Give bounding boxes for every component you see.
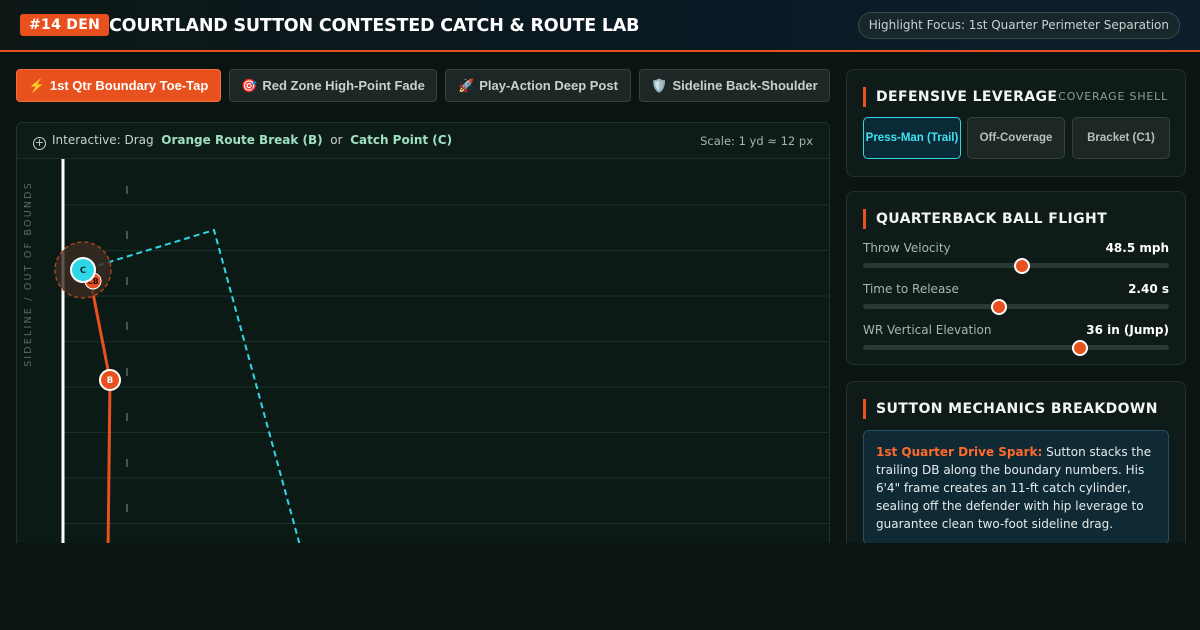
hint-prefix: Interactive: Drag [52,133,154,147]
route-break-label: B [107,376,113,386]
player-badge: #14 DEN [20,14,110,36]
mechanics-analysis-box: 1st Quarter Drive Spark: Sutton stacks t… [863,430,1169,545]
slider-value: 2.40 s [1128,282,1169,296]
field-toolbar: + Interactive: Drag Orange Route Break (B… [17,123,829,159]
slider-thumb[interactable] [1072,340,1089,356]
shield-icon: 🛡️ [651,78,668,93]
catch-point-label: C [80,266,86,276]
coverage-off-button[interactable]: Off-Coverage [967,117,1065,159]
bottom-band [0,543,1200,630]
vertical-elevation-slider[interactable]: WR Vertical Elevation 36 in (Jump) [863,323,1169,357]
throw-velocity-slider[interactable]: Throw Velocity 48.5 mph [863,241,1169,275]
slider-label: WR Vertical Elevation [863,323,992,337]
tab-red-zone-fade[interactable]: 🎯 Red Zone High-Point Fade [229,69,437,102]
slider-thumb[interactable] [991,299,1008,315]
sideline-label: SIDELINE / OUT OF BOUNDS [23,181,34,367]
slider-value: 36 in (Jump) [1086,323,1169,337]
hint-or: or [330,133,343,147]
plus-circle-icon: + [33,136,46,150]
tab-back-shoulder[interactable]: 🛡️ Sideline Back-Shoulder [639,69,830,102]
target-icon: 🎯 [241,78,258,93]
highlight-focus-pill: Highlight Focus: 1st Quarter Perimeter S… [857,12,1180,39]
time-to-release-slider[interactable]: Time to Release 2.40 s [863,282,1169,316]
yard-gridlines [63,190,829,551]
slider-thumb[interactable] [1014,258,1031,274]
rocket-icon: 🚀 [458,78,475,93]
scale-readout: Scale: 1 yd ≈ 12 px [700,134,813,148]
interaction-hint: + Interactive: Drag Orange Route Break (B… [33,133,452,150]
analysis-lead: 1st Quarter Drive Spark: [876,445,1043,459]
card-title: DEFENSIVE LEVERAGE [863,87,1057,107]
coverage-bracket-button[interactable]: Bracket (C1) [1072,117,1170,159]
slider-label: Time to Release [863,282,959,296]
tab-label: Sideline Back-Shoulder [672,78,818,93]
tab-deep-post[interactable]: 🚀 Play-Action Deep Post [445,69,631,102]
coverage-press-man-button[interactable]: Press-Man (Trail) [863,117,961,159]
lightning-icon: ⚡ [28,78,45,93]
field-canvas[interactable]: SIDELINE / OUT OF BOUNDS CB C B [17,159,830,552]
card-title: QUARTERBACK BALL FLIGHT [863,209,1107,229]
tab-boundary-toe-tap[interactable]: ⚡ 1st Qtr Boundary Toe-Tap [16,69,221,102]
tab-label: Red Zone High-Point Fade [262,78,425,93]
slider-value: 48.5 mph [1105,241,1169,255]
route-field-panel: + Interactive: Drag Orange Route Break (B… [16,122,830,552]
slider-track[interactable] [863,304,1169,309]
tab-label: 1st Qtr Boundary Toe-Tap [49,78,209,93]
ball-flight-card: QUARTERBACK BALL FLIGHT Throw Velocity 4… [846,191,1186,365]
card-title: SUTTON MECHANICS BREAKDOWN [863,399,1158,419]
hint-route-break: Orange Route Break (B) [161,133,323,147]
slider-track[interactable] [863,345,1169,350]
hint-catch-point: Catch Point (C) [350,133,453,147]
defensive-leverage-card: DEFENSIVE LEVERAGE COVERAGE SHELL Press-… [846,69,1186,177]
card-subtitle: COVERAGE SHELL [1058,90,1168,103]
slider-label: Throw Velocity [863,241,951,255]
app-header: #14 DEN COURTLAND SUTTON CONTESTED CATCH… [0,0,1200,52]
page-title: COURTLAND SUTTON CONTESTED CATCH & ROUTE… [109,16,640,36]
tab-label: Play-Action Deep Post [479,78,618,93]
